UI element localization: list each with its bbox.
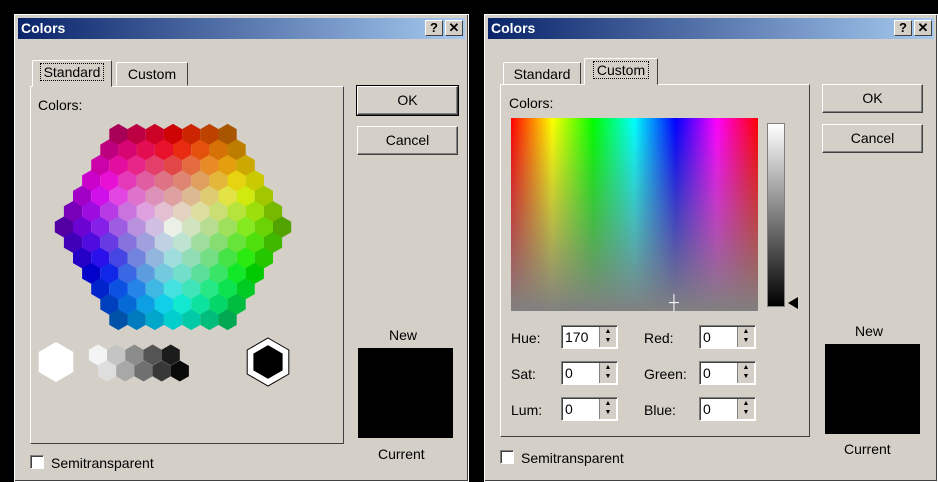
help-button[interactable]: ?	[425, 20, 443, 36]
green-label: Green:	[644, 366, 687, 382]
hue-spinner-icon[interactable]: ▲ ▼	[599, 327, 616, 347]
new-label: New	[855, 323, 884, 339]
tab-standard[interactable]: Standard	[32, 60, 112, 87]
colors-label: Colors:	[38, 97, 83, 113]
color-preview-swatch	[825, 344, 920, 434]
semitransparent-label: Semitransparent	[51, 455, 154, 471]
tab-panel: Colors: ┼ Hue: 170 ▲ ▼ Sat: 0 ▲ ▼ Lum: 0 ▲…	[500, 84, 810, 437]
ok-button[interactable]: OK	[356, 85, 459, 116]
luminosity-slider-arrow-icon[interactable]	[788, 297, 798, 309]
crosshair-icon: ┼	[669, 294, 679, 310]
help-button[interactable]: ?	[894, 20, 912, 36]
new-label: New	[389, 327, 418, 343]
red-label: Red:	[644, 330, 674, 346]
semitransparent-label: Semitransparent	[521, 450, 624, 466]
color-cell[interactable]	[251, 342, 285, 382]
lum-field[interactable]: 0 ▲ ▼	[561, 397, 618, 421]
title-bar: Colors ? ✕	[18, 18, 465, 39]
cancel-button[interactable]: Cancel	[357, 126, 458, 155]
blue-spinner-icon[interactable]: ▲ ▼	[737, 399, 754, 419]
close-button[interactable]: ✕	[914, 20, 932, 36]
red-field[interactable]: 0 ▲ ▼	[699, 325, 756, 349]
green-field[interactable]: 0 ▲ ▼	[699, 361, 756, 385]
luminosity-bar[interactable]	[767, 123, 785, 307]
blue-field[interactable]: 0 ▲ ▼	[699, 397, 756, 421]
color-preview-swatch	[358, 348, 453, 438]
current-label: Current	[844, 441, 891, 457]
tab-custom[interactable]: Custom	[116, 62, 188, 86]
lum-spinner-icon[interactable]: ▲ ▼	[599, 399, 616, 419]
ok-button[interactable]: OK	[822, 84, 923, 113]
colors-dialog-standard: Colors ? ✕ Standard Custom Colors: OK Ca…	[14, 14, 469, 482]
sat-label: Sat:	[511, 366, 536, 382]
lum-label: Lum:	[511, 402, 543, 418]
hue-field[interactable]: 170 ▲ ▼	[561, 325, 618, 349]
green-spinner-icon[interactable]: ▲ ▼	[737, 363, 754, 383]
title-bar: Colors ? ✕	[488, 18, 934, 39]
close-button[interactable]: ✕	[445, 20, 463, 36]
color-cell[interactable]	[38, 342, 74, 382]
colors-dialog-custom: Colors ? ✕ Standard Custom Colors: ┼ Hue…	[484, 14, 938, 482]
semitransparent-checkbox[interactable]	[30, 455, 44, 469]
semitransparent-checkbox[interactable]	[500, 450, 514, 464]
tab-panel: Colors:	[30, 86, 344, 444]
colors-label: Colors:	[509, 95, 554, 111]
color-hexagon-palette[interactable]	[36, 119, 336, 429]
red-spinner-icon[interactable]: ▲ ▼	[737, 327, 754, 347]
dialog-title: Colors	[491, 20, 536, 36]
sat-spinner-icon[interactable]: ▲ ▼	[599, 363, 616, 383]
tab-custom[interactable]: Custom	[584, 58, 658, 85]
sat-field[interactable]: 0 ▲ ▼	[561, 361, 618, 385]
dialog-title: Colors	[21, 20, 66, 36]
hue-label: Hue:	[511, 330, 541, 346]
cancel-button[interactable]: Cancel	[822, 124, 923, 153]
current-label: Current	[378, 446, 425, 462]
blue-label: Blue:	[644, 402, 676, 418]
tab-standard[interactable]: Standard	[503, 62, 581, 86]
color-spectrum[interactable]	[511, 118, 758, 311]
